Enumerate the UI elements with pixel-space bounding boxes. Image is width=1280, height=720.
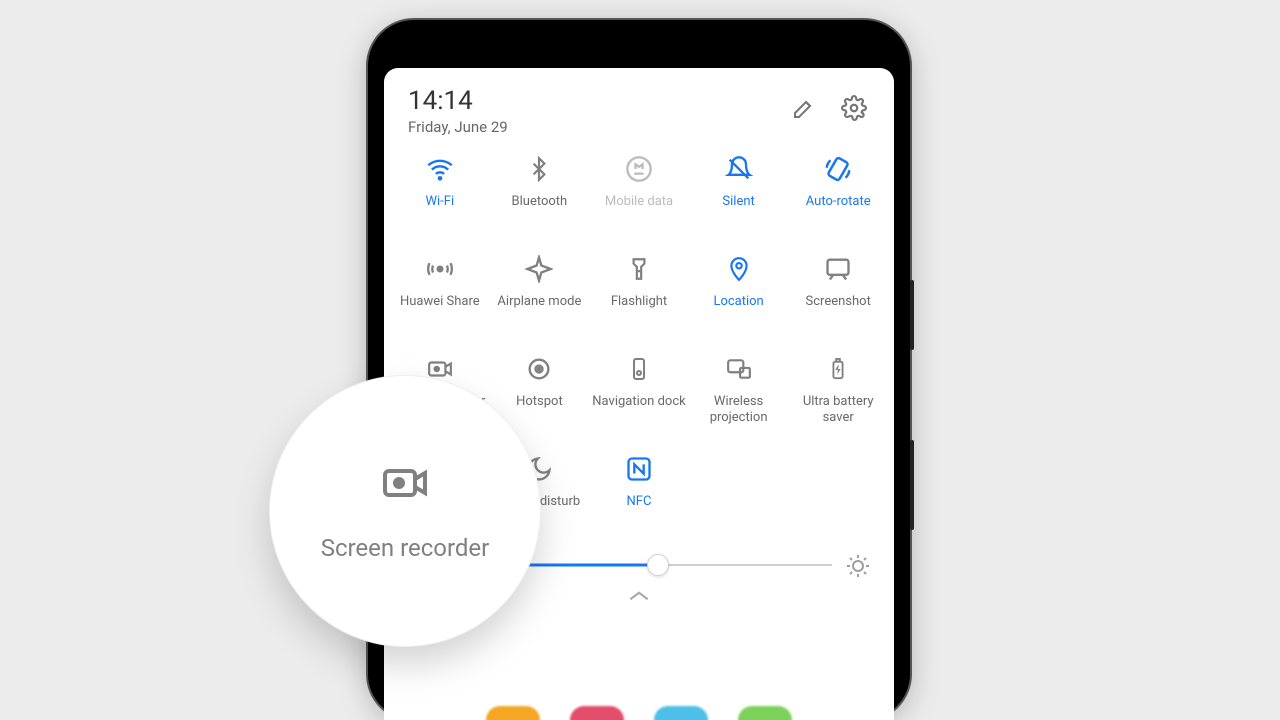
edit-tiles-button[interactable] [788,92,820,124]
tile-label: Airplane mode [497,294,581,310]
tile-label: Bluetooth [512,194,568,210]
navigation-dock-icon [624,354,654,384]
tile-huawei-share[interactable]: Huawei Share [390,254,490,332]
auto-rotate-icon [823,154,853,184]
tile-label: Flashlight [611,294,667,310]
phone-hw-button [910,440,914,530]
tile-label: Auto-rotate [806,194,871,210]
clock-time: 14:14 [408,86,770,116]
silent-icon [724,154,754,184]
nfc-icon [624,454,654,484]
tile-label: Wi-Fi [425,194,454,210]
screen-recorder-icon [374,459,436,511]
phone-hw-button [910,280,914,350]
tile-navigation-dock[interactable]: Navigation dock [589,354,689,432]
tile-mobile-data[interactable]: Mobile data [589,154,689,232]
tile-wireless-projection[interactable]: Wireless projection [689,354,789,432]
mobile-data-icon [624,154,654,184]
tile-silent[interactable]: Silent [689,154,789,232]
callout-screen-recorder: Screen recorder [270,376,540,646]
shade-header: 14:14 Friday, June 29 [384,68,894,144]
tile-label: Navigation dock [592,394,685,410]
tile-label: Wireless projection [689,394,789,425]
callout-label: Screen recorder [321,533,490,563]
tile-label: Huawei Share [400,294,480,310]
tile-label: Ultra battery saver [788,394,888,425]
tile-label: NFC [627,494,652,510]
location-icon [724,254,754,284]
clock-date: Friday, June 29 [408,118,770,136]
tile-airplane-mode[interactable]: Airplane mode [490,254,590,332]
tile-screenshot[interactable]: Screenshot [788,254,888,332]
tile-label: Mobile data [605,194,673,210]
home-dock-blur [384,706,894,720]
bluetooth-icon [524,154,554,184]
wireless-projection-icon [724,354,754,384]
tile-nfc[interactable]: NFC [589,454,689,532]
wifi-icon [425,154,455,184]
tile-bluetooth[interactable]: Bluetooth [490,154,590,232]
battery-saver-icon [823,354,853,384]
tile-ultra-battery-saver[interactable]: Ultra battery saver [788,354,888,432]
hotspot-icon [524,354,554,384]
tile-label: Hotspot [516,394,563,410]
screenshot-icon [823,254,853,284]
airplane-icon [524,254,554,284]
tile-label: Screenshot [806,294,871,310]
huawei-share-icon [425,254,455,284]
settings-button[interactable] [838,92,870,124]
tile-wifi[interactable]: Wi-Fi [390,154,490,232]
tile-label: Silent [722,194,754,210]
brightness-high-icon [846,554,868,576]
tile-auto-rotate[interactable]: Auto-rotate [788,154,888,232]
tile-location[interactable]: Location [689,254,789,332]
tile-flashlight[interactable]: Flashlight [589,254,689,332]
tile-label: Location [713,294,763,310]
flashlight-icon [624,254,654,284]
